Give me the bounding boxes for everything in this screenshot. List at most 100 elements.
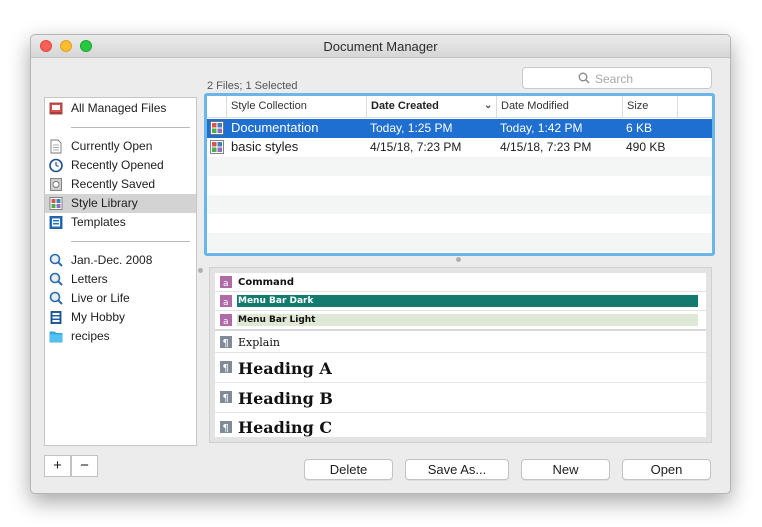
sidebar-divider	[71, 241, 190, 242]
sidebar-item-recently-saved[interactable]: Recently Saved	[45, 175, 196, 194]
sidebar-item-label: Jan.-Dec. 2008	[71, 253, 153, 267]
cell-date-created: Today, 1:25 PM	[370, 121, 453, 135]
sidebar-item-currently-open[interactable]: Currently Open	[45, 137, 196, 156]
table-row[interactable]: Documentation Today, 1:25 PM Today, 1:42…	[207, 119, 712, 138]
sidebar-item-label: All Managed Files	[71, 101, 167, 115]
cell-date-created: 4/15/18, 7:23 PM	[370, 140, 462, 154]
style-preview-row[interactable]: ¶ Heading A	[215, 353, 706, 383]
sidebar-item-label: Templates	[71, 215, 126, 229]
document-manager-window: Document Manager Search 2 Files; 1 Selec…	[30, 34, 731, 494]
title-bar: Document Manager	[31, 35, 730, 58]
sidebar-item-all-managed-files[interactable]: All Managed Files	[45, 99, 196, 118]
style-preview-row[interactable]: ¶ Heading B	[215, 383, 706, 413]
sidebar-splitter-handle[interactable]	[198, 268, 203, 273]
sidebar-item-my-hobby[interactable]: My Hobby	[45, 308, 196, 327]
style-preview-row[interactable]: a Menu Bar Dark	[215, 292, 706, 311]
sidebar-item-label: Letters	[71, 272, 108, 286]
file-table: Style Collection Date Created ⌄ Date Mod…	[204, 93, 715, 256]
folder-icon	[49, 331, 63, 343]
cell-name: basic styles	[231, 139, 299, 154]
save-as-button[interactable]: Save As...	[405, 459, 509, 480]
style-preview-pane: a Command a Menu Bar Dark a Menu Bar Lig…	[209, 267, 712, 443]
empty-row	[207, 195, 712, 214]
character-style-icon: a	[220, 295, 232, 307]
style-preview-label: Heading B	[238, 389, 333, 408]
column-header-size[interactable]: Size	[622, 96, 678, 118]
column-header-label: Date Created	[371, 100, 439, 112]
sidebar-item-templates[interactable]: Templates	[45, 213, 196, 232]
paragraph-style-icon: ¶	[220, 361, 232, 373]
smart-search-icon	[49, 253, 63, 267]
cell-date-modified: Today, 1:42 PM	[500, 121, 583, 135]
empty-row	[207, 233, 712, 252]
stack-icon	[50, 311, 62, 324]
svg-text:¶: ¶	[223, 393, 229, 403]
add-button[interactable]: +	[44, 455, 71, 477]
style-preview-label: Menu Bar Dark	[238, 296, 314, 306]
sidebar-item-label: recipes	[71, 329, 110, 343]
table-header: Style Collection Date Created ⌄ Date Mod…	[207, 96, 712, 118]
remove-button[interactable]: −	[71, 455, 98, 477]
sidebar-divider	[71, 127, 190, 128]
svg-text:a: a	[223, 298, 229, 307]
sidebar-item-label: Recently Saved	[71, 177, 156, 191]
cell-date-modified: 4/15/18, 7:23 PM	[500, 140, 592, 154]
svg-text:¶: ¶	[223, 338, 229, 348]
svg-text:a: a	[223, 317, 229, 326]
smart-search-icon	[49, 272, 63, 286]
sidebar: All Managed Files Currently Open Recentl…	[44, 97, 197, 446]
open-button[interactable]: Open	[622, 459, 711, 480]
sidebar-item-style-library[interactable]: Style Library	[45, 194, 196, 213]
sidebar-item-label: Style Library	[71, 196, 138, 210]
new-button[interactable]: New	[521, 459, 610, 480]
table-splitter-handle[interactable]	[456, 257, 461, 262]
column-header-label: Size	[627, 100, 649, 112]
column-header-label: Style Collection	[231, 100, 307, 112]
saved-icon	[50, 178, 62, 191]
cell-size: 6 KB	[626, 121, 653, 135]
column-header-date-modified[interactable]: Date Modified	[496, 96, 622, 118]
cell-name: Documentation	[231, 120, 319, 135]
empty-row	[207, 176, 712, 195]
style-preview-label: Command	[238, 277, 295, 288]
style-preview-label: Explain	[238, 336, 280, 349]
empty-row	[207, 214, 712, 233]
style-preview-label: Heading A	[238, 359, 332, 378]
sidebar-item-jan-dec-2008[interactable]: Jan.-Dec. 2008	[45, 251, 196, 270]
paragraph-style-icon: ¶	[220, 391, 232, 403]
style-library-icon	[49, 197, 63, 210]
style-preview-row[interactable]: ¶ Explain	[215, 331, 706, 353]
sidebar-item-live-or-life[interactable]: Live or Life	[45, 289, 196, 308]
column-header-label: Date Modified	[501, 100, 569, 112]
sidebar-item-label: Live or Life	[71, 291, 130, 305]
style-preview-row[interactable]: ¶ Heading C	[215, 413, 706, 438]
sidebar-item-letters[interactable]: Letters	[45, 270, 196, 289]
search-placeholder: Search	[595, 72, 634, 86]
search-field[interactable]: Search	[522, 67, 712, 89]
paragraph-style-icon: ¶	[220, 421, 232, 433]
column-header-style-collection[interactable]: Style Collection	[226, 96, 366, 118]
table-row[interactable]: basic styles 4/15/18, 7:23 PM 4/15/18, 7…	[207, 138, 712, 157]
column-header-date-created[interactable]: Date Created ⌄	[366, 96, 496, 118]
sidebar-item-label: My Hobby	[71, 310, 126, 324]
style-preview-label: Heading C	[238, 418, 333, 437]
svg-text:a: a	[223, 279, 229, 288]
sidebar-item-recipes[interactable]: recipes	[45, 327, 196, 346]
managed-files-icon	[49, 102, 63, 115]
template-icon	[49, 216, 63, 229]
cell-size: 490 KB	[626, 140, 666, 154]
sidebar-item-recently-opened[interactable]: Recently Opened	[45, 156, 196, 175]
sidebar-item-label: Recently Opened	[71, 158, 164, 172]
character-style-icon: a	[220, 276, 232, 288]
empty-row	[207, 157, 712, 176]
file-count-label: 2 Files; 1 Selected	[207, 80, 298, 92]
paragraph-style-icon: ¶	[220, 336, 232, 348]
style-preview-row[interactable]: a Command	[215, 273, 706, 292]
character-style-icon: a	[220, 314, 232, 326]
style-preview-row[interactable]: a Menu Bar Light	[215, 311, 706, 331]
window-title: Document Manager	[323, 39, 438, 54]
clock-icon	[49, 158, 63, 173]
svg-text:¶: ¶	[223, 423, 229, 433]
search-icon	[578, 72, 590, 84]
delete-button[interactable]: Delete	[304, 459, 393, 480]
